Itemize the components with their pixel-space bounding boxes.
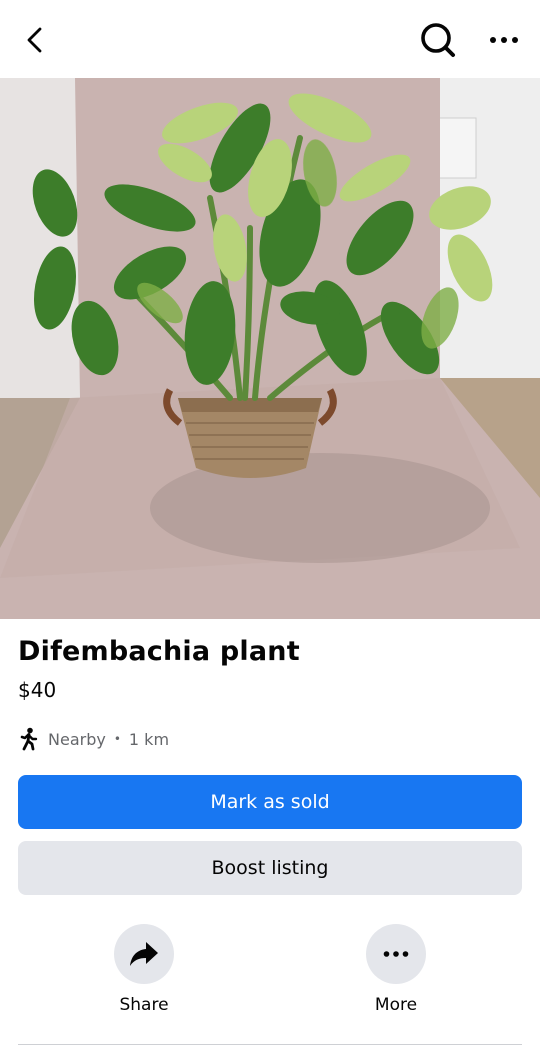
share-label: Share [119,995,169,1015]
share-button[interactable] [114,924,174,984]
share-action[interactable]: Share [94,924,194,1015]
top-bar [0,0,540,78]
mark-as-sold-button[interactable]: Mark as sold [18,775,522,829]
more-button[interactable] [366,924,426,984]
ellipsis-icon [490,37,518,43]
search-button[interactable] [414,16,462,64]
more-label: More [374,995,418,1015]
listing-price: $40 [18,678,57,702]
separator-dot: • [113,732,121,746]
ellipsis-icon [383,951,409,957]
location-row: Nearby • 1 km [18,724,169,754]
plant-photo-image [0,78,540,619]
back-button[interactable] [14,18,58,62]
distance-label: 1 km [128,729,170,749]
search-icon [421,23,455,57]
walking-person-icon [20,727,38,751]
location-label: Nearby [48,729,106,749]
listing-title: Difembachia plant [18,636,300,667]
more-options-button[interactable] [480,18,528,62]
more-action[interactable]: More [346,924,446,1015]
listing-photo[interactable] [0,78,540,619]
chevron-left-icon [27,27,42,53]
divider [18,1044,522,1045]
boost-listing-button[interactable]: Boost listing [18,841,522,895]
share-arrow-icon [130,942,158,966]
